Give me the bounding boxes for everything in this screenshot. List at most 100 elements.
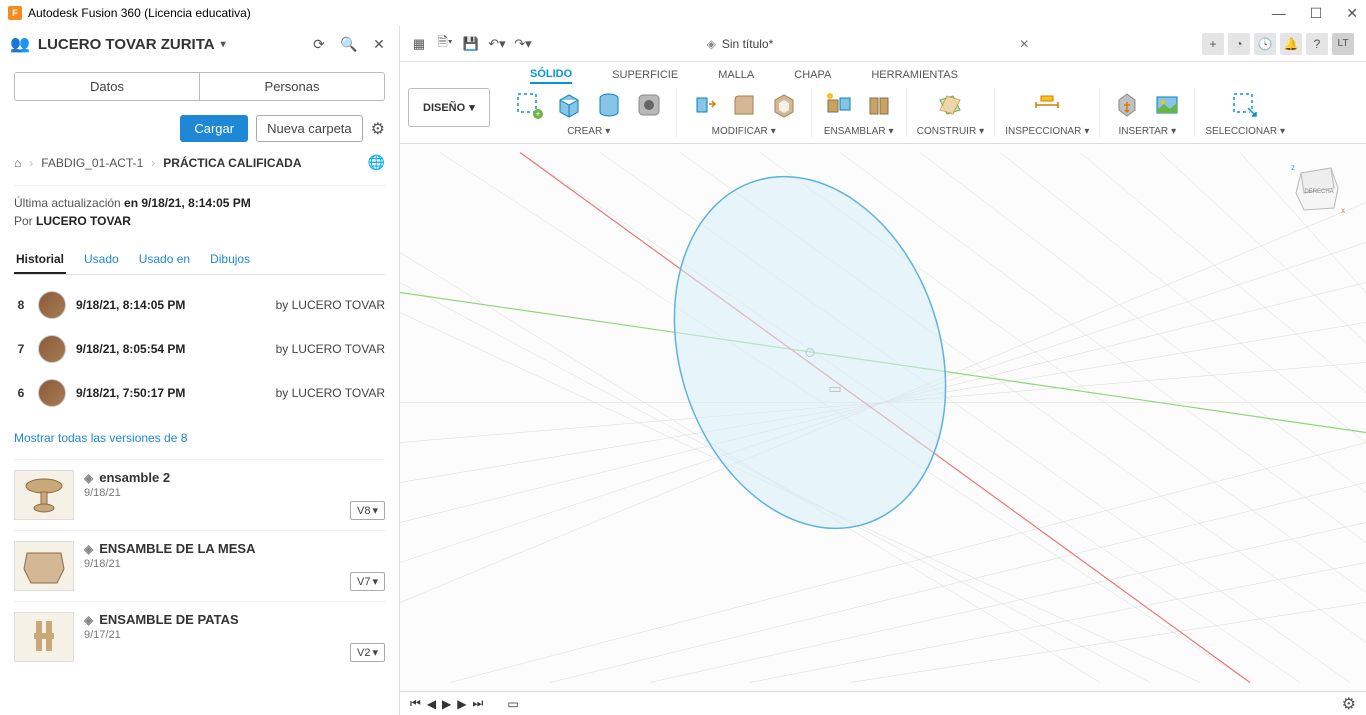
- svg-text:z: z: [1291, 163, 1295, 172]
- viewcube[interactable]: DERECHA z x: [1286, 158, 1346, 218]
- construct-plane-icon[interactable]: [933, 88, 967, 122]
- close-button[interactable]: ✕: [1346, 5, 1358, 22]
- svg-text:DERECHA: DERECHA: [1304, 189, 1333, 195]
- grid-icon[interactable]: ▦: [408, 33, 430, 55]
- subtab-drawings[interactable]: Dibujos: [208, 246, 252, 274]
- tab-people[interactable]: Personas: [199, 73, 384, 100]
- gear-icon[interactable]: ⚙: [371, 119, 385, 139]
- ws-tab-sheet[interactable]: CHAPA: [794, 69, 831, 84]
- sketch-feature-icon[interactable]: ▭: [507, 697, 518, 711]
- redo-icon[interactable]: ↷▾: [512, 33, 534, 55]
- load-button[interactable]: Cargar: [180, 115, 248, 142]
- file-thumbnail: [14, 470, 74, 520]
- version-badge[interactable]: V8▾: [350, 501, 385, 520]
- box-icon[interactable]: [552, 88, 586, 122]
- ws-tab-mesh[interactable]: MALLA: [718, 69, 754, 84]
- file-item[interactable]: ◈ensamble 2 9/18/21 V8▾: [14, 459, 385, 530]
- measure-icon[interactable]: [1030, 88, 1064, 122]
- cube-icon: ◈: [84, 542, 93, 556]
- timeline-gear-icon[interactable]: ⚙: [1342, 694, 1356, 714]
- maximize-button[interactable]: ☐: [1310, 5, 1323, 22]
- grid-plane: [400, 144, 1366, 691]
- search-icon[interactable]: 🔍: [339, 34, 359, 54]
- breadcrumb: ⌂ › FABDIG_01-ACT-1 › PRÁCTICA CALIFICAD…: [0, 146, 399, 179]
- workspace-tabs: SÓLIDO SUPERFICIE MALLA CHAPA HERRAMIENT…: [400, 62, 1366, 84]
- user-avatar[interactable]: LT: [1332, 33, 1354, 55]
- chevron-down-icon: ▾: [771, 126, 776, 137]
- new-tab-button[interactable]: +: [1202, 33, 1224, 55]
- globe-icon[interactable]: 🌐: [368, 154, 385, 171]
- ribbon-toolbar: DISEÑO▾ + CREAR▾ MODIFICAR▾: [400, 84, 1366, 144]
- file-item[interactable]: ◈ENSAMBLE DE PATAS 9/17/21 V2▾: [14, 601, 385, 672]
- ws-tab-tools[interactable]: HERRAMIENTAS: [871, 69, 958, 84]
- close-panel-icon[interactable]: ✕: [369, 34, 389, 54]
- file-item[interactable]: ◈ENSAMBLE DE LA MESA 9/18/21 V7▾: [14, 530, 385, 601]
- document-tab[interactable]: ◈ Sin título* ✕: [707, 37, 1030, 51]
- history-row[interactable]: 7 9/18/21, 8:05:54 PM by LUCERO TOVAR: [14, 327, 385, 371]
- chevron-down-icon: ▾: [221, 39, 226, 50]
- history-list: 8 9/18/21, 8:14:05 PM by LUCERO TOVAR 7 …: [0, 275, 399, 423]
- notifications-icon[interactable]: 🔔: [1280, 33, 1302, 55]
- close-tab-icon[interactable]: ✕: [1019, 37, 1029, 51]
- window-titlebar: F Autodesk Fusion 360 (Licencia educativ…: [0, 0, 1366, 26]
- panel-tabs: Datos Personas: [14, 72, 385, 101]
- subtab-used-in[interactable]: Usado en: [137, 246, 192, 274]
- workspace-selector[interactable]: DISEÑO▾: [408, 88, 490, 127]
- minimize-button[interactable]: —: [1272, 5, 1286, 22]
- extensions-icon[interactable]: ◔: [1228, 33, 1250, 55]
- version-badge[interactable]: V2▾: [350, 643, 385, 662]
- timeline-next-icon[interactable]: ▶: [457, 697, 466, 711]
- team-icon: 👥: [10, 34, 30, 54]
- sketch-icon[interactable]: +: [512, 88, 546, 122]
- job-status-icon[interactable]: 🕓: [1254, 33, 1276, 55]
- version-info: Última actualización en 9/18/21, 8:14:05…: [14, 185, 385, 228]
- file-thumbnail: [14, 612, 74, 662]
- file-list: ◈ensamble 2 9/18/21 V8▾ ◈ENSAMBLE DE LA …: [0, 459, 399, 672]
- timeline-prev-icon[interactable]: ◀: [427, 697, 436, 711]
- help-icon[interactable]: ?: [1306, 33, 1328, 55]
- cube-icon: ◈: [707, 37, 716, 51]
- as-built-joint-icon[interactable]: [862, 88, 896, 122]
- fillet-icon[interactable]: [727, 88, 761, 122]
- save-icon[interactable]: 💾: [460, 33, 482, 55]
- team-dropdown[interactable]: LUCERO TOVAR ZURITA ▾: [38, 36, 301, 53]
- sphere-hole-icon[interactable]: [632, 88, 666, 122]
- ws-tab-solid[interactable]: SÓLIDO: [530, 68, 572, 84]
- refresh-icon[interactable]: ⟳: [309, 34, 329, 54]
- select-icon[interactable]: [1228, 88, 1262, 122]
- show-all-versions-link[interactable]: Mostrar todas las versiones de 8: [0, 423, 399, 459]
- version-badge[interactable]: V7▾: [350, 572, 385, 591]
- new-folder-button[interactable]: Nueva carpeta: [256, 115, 363, 142]
- chevron-down-icon: ▾: [469, 101, 475, 114]
- file-thumbnail: [14, 541, 74, 591]
- breadcrumb-folder[interactable]: PRÁCTICA CALIFICADA: [163, 156, 301, 170]
- breadcrumb-project[interactable]: FABDIG_01-ACT-1: [41, 156, 143, 170]
- cube-icon: ◈: [84, 471, 93, 485]
- subtab-used[interactable]: Usado: [82, 246, 121, 274]
- shell-icon[interactable]: [767, 88, 801, 122]
- joint-icon[interactable]: [822, 88, 856, 122]
- insert-image-icon[interactable]: [1150, 88, 1184, 122]
- history-thumb: [38, 335, 66, 363]
- timeline-end-icon[interactable]: ⏭: [473, 696, 484, 711]
- insert-derive-icon[interactable]: [1110, 88, 1144, 122]
- app-icon: F: [8, 6, 22, 20]
- timeline: ⏮ ◀ ▶ ▶ ⏭ ▭ ⚙: [400, 691, 1366, 715]
- timeline-play-icon[interactable]: ▶: [442, 697, 451, 711]
- file-menu-icon[interactable]: 🗎▾: [434, 33, 456, 55]
- cylinder-icon[interactable]: [592, 88, 626, 122]
- press-pull-icon[interactable]: [687, 88, 721, 122]
- history-row[interactable]: 6 9/18/21, 7:50:17 PM by LUCERO TOVAR: [14, 371, 385, 415]
- chevron-down-icon: ▾: [1084, 126, 1089, 137]
- timeline-start-icon[interactable]: ⏮: [410, 696, 421, 711]
- home-icon[interactable]: ⌂: [14, 156, 21, 170]
- viewport-canvas[interactable]: DERECHA z x: [400, 144, 1366, 691]
- ws-tab-surface[interactable]: SUPERFICIE: [612, 69, 678, 84]
- undo-icon[interactable]: ↶▾: [486, 33, 508, 55]
- history-row[interactable]: 8 9/18/21, 8:14:05 PM by LUCERO TOVAR: [14, 283, 385, 327]
- cube-icon: ◈: [84, 613, 93, 627]
- svg-text:+: +: [535, 109, 540, 119]
- history-thumb: [38, 291, 66, 319]
- subtab-history[interactable]: Historial: [14, 246, 66, 274]
- tab-data[interactable]: Datos: [15, 73, 199, 100]
